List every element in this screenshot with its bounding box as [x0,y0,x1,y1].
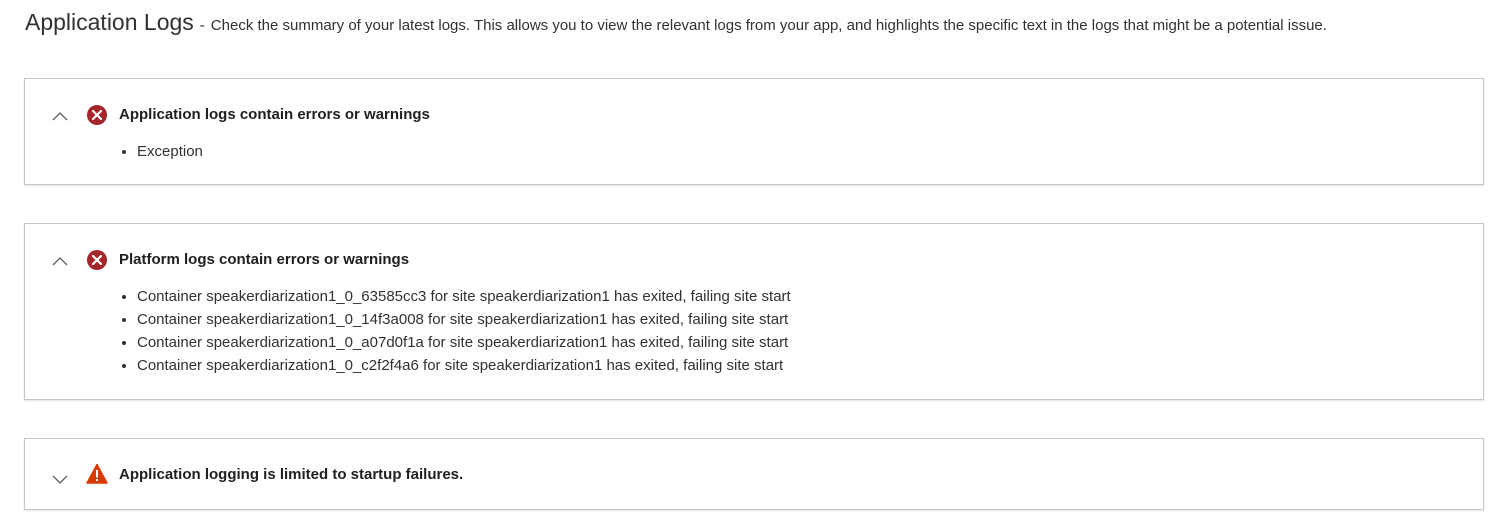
list-item: Container speakerdiarization1_0_a07d0f1a… [137,331,791,354]
page-title: Application Logs [25,9,194,35]
card-title: Application logs contain errors or warni… [119,106,430,123]
card-platform-logs: Platform logs contain errors or warnings… [24,223,1484,400]
page-description: Check the summary of your latest logs. T… [210,17,1327,34]
card-item-list: Exception [119,140,203,163]
error-circle-icon [86,249,108,271]
warning-triangle-icon [86,463,108,485]
error-circle-icon [86,104,108,126]
list-item: Exception [137,140,203,163]
chevron-up-icon[interactable] [52,108,68,124]
list-item: Container speakerdiarization1_0_14f3a008… [137,308,791,331]
list-item: Container speakerdiarization1_0_c2f2f4a6… [137,354,791,377]
title-separator: - [199,17,205,34]
card-logging-limited: Application logging is limited to startu… [24,438,1484,510]
card-title: Platform logs contain errors or warnings [119,251,410,268]
list-item: Container speakerdiarization1_0_63585cc3… [137,285,791,308]
card-application-logs: Application logs contain errors or warni… [24,78,1484,185]
card-item-list: Container speakerdiarization1_0_63585cc3… [119,285,791,377]
page-header: Application Logs - Check the summary of … [25,9,1327,36]
chevron-up-icon[interactable] [52,253,68,269]
chevron-down-icon[interactable] [52,472,68,488]
card-title: Application logging is limited to startu… [119,466,464,483]
